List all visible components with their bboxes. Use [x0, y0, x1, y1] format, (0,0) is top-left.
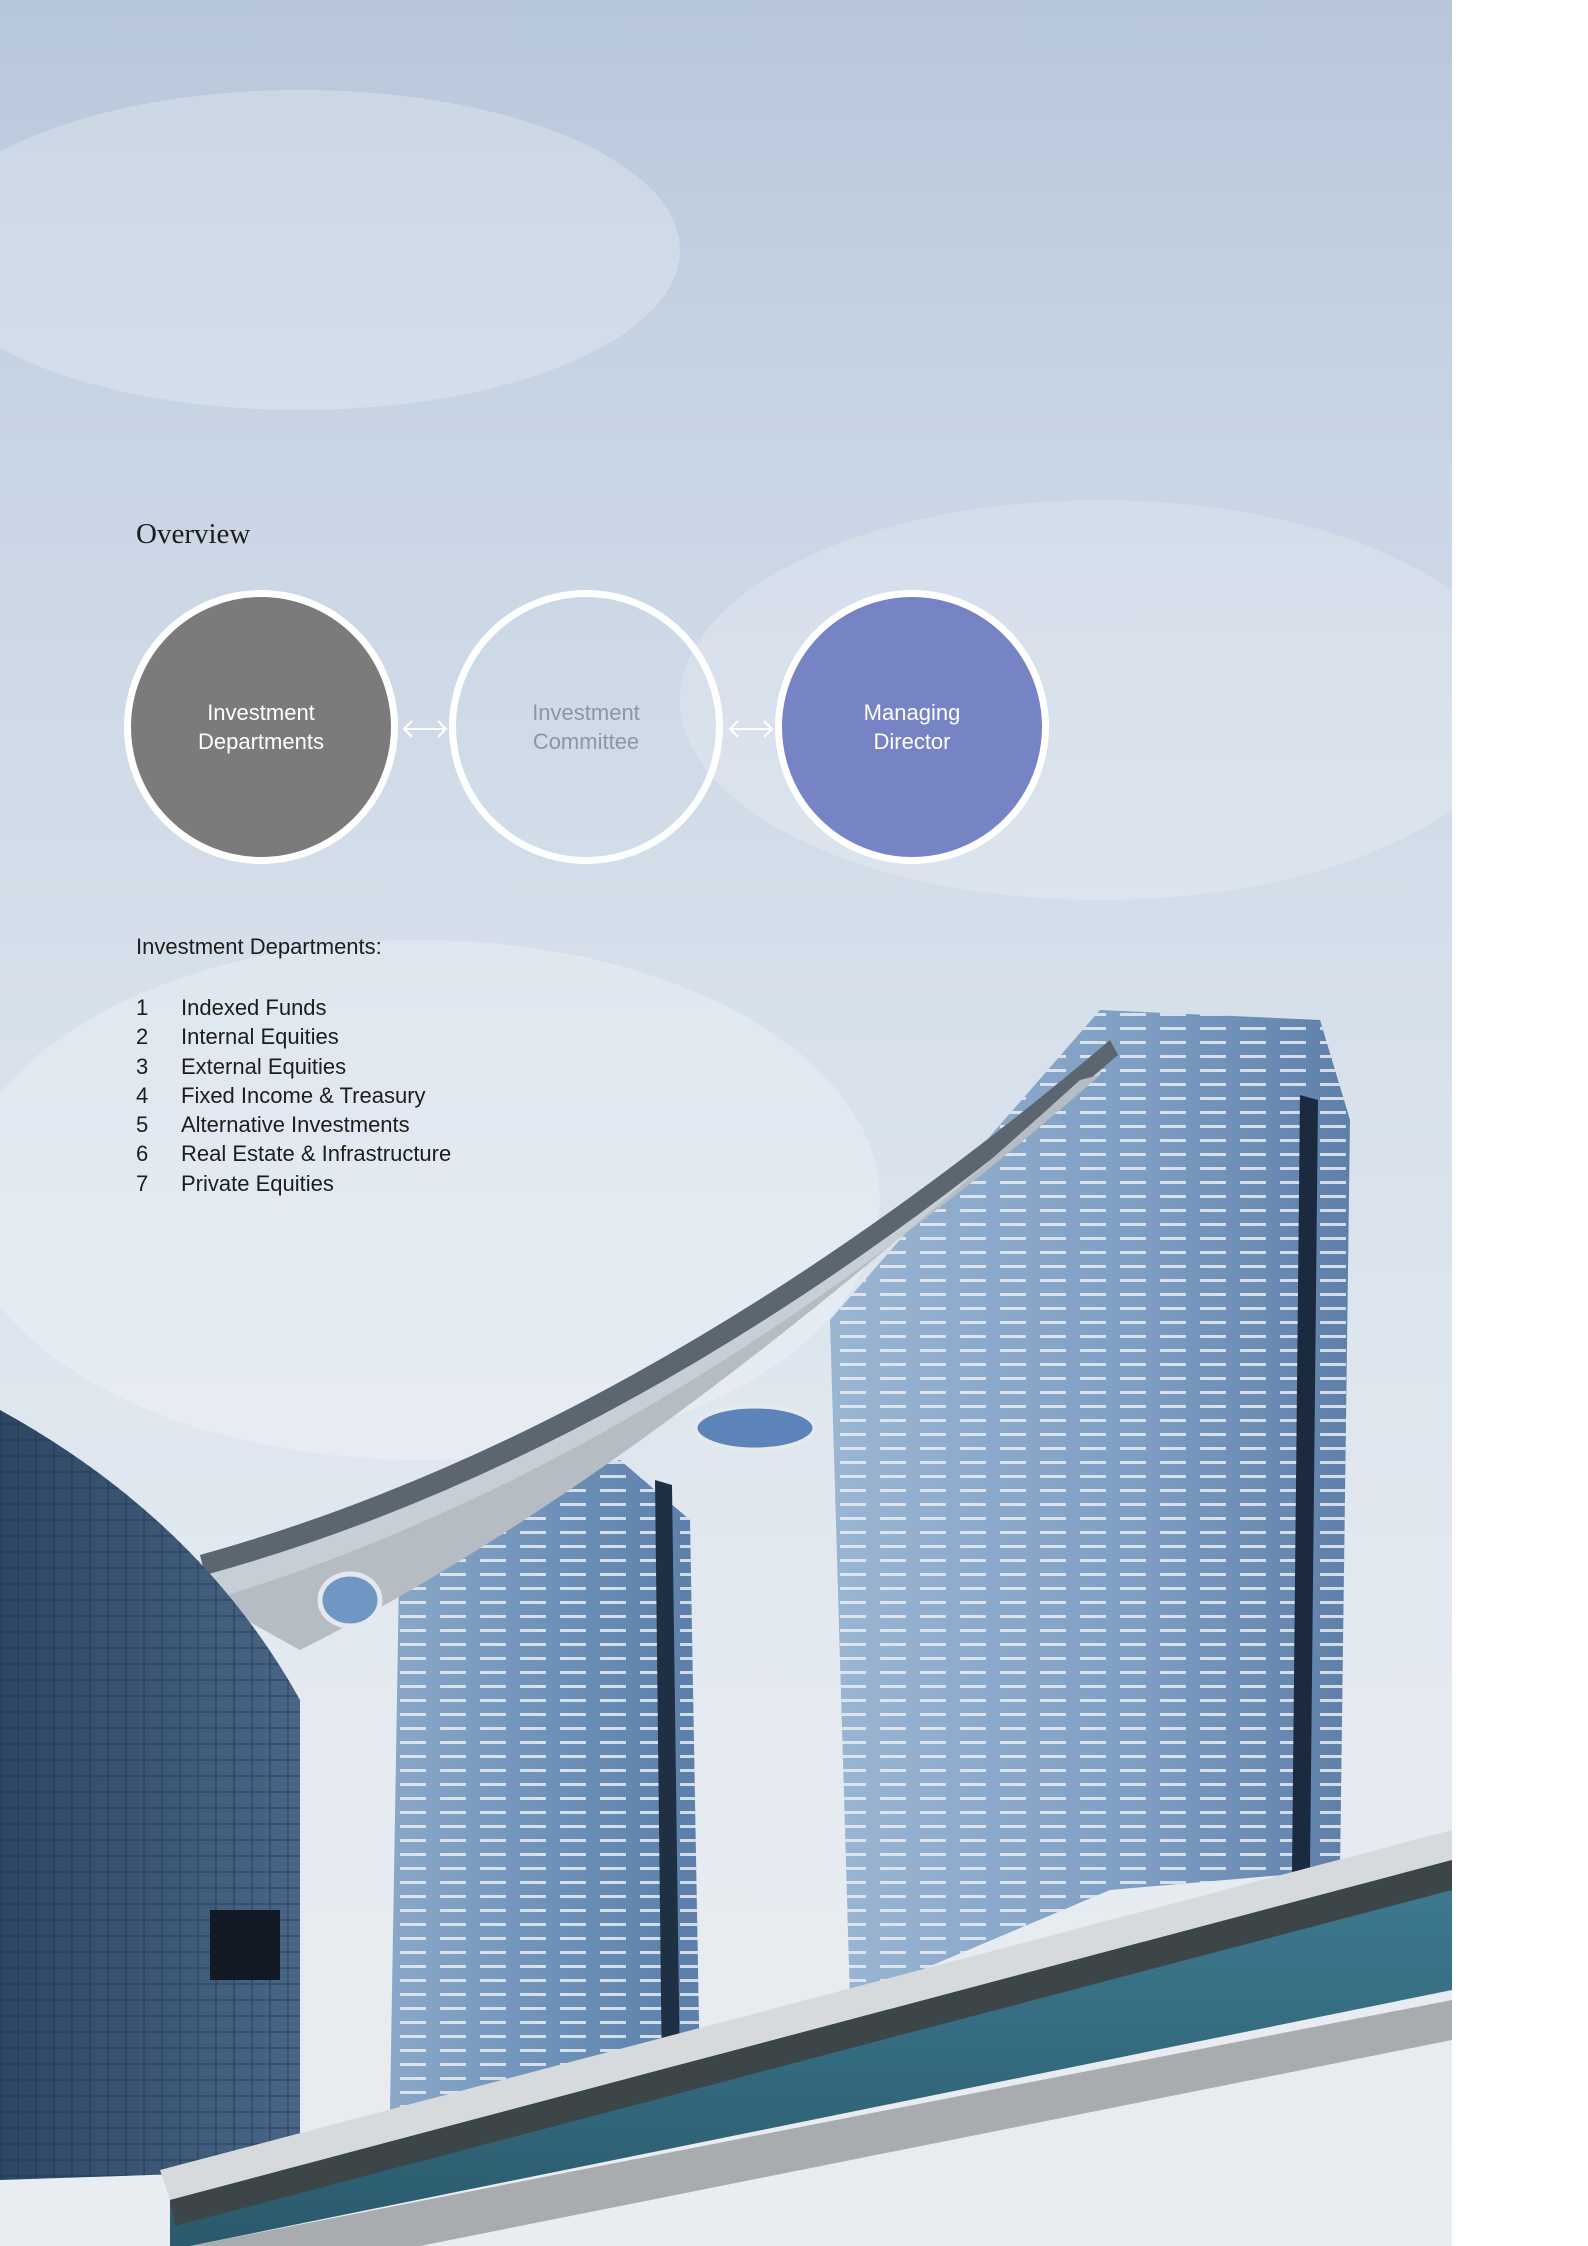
departments-heading: Investment Departments: [136, 934, 382, 959]
item-number: 6 [136, 1141, 149, 1167]
item-label: Alternative Investments [181, 1112, 410, 1138]
double-headed-arrow-icon [726, 717, 776, 746]
item-label: Indexed Funds [181, 995, 327, 1020]
list-item: 1 Indexed Funds [136, 993, 451, 1022]
departments-list: 1 Indexed Funds 2 Internal Equities 3 Exter… [136, 993, 451, 1198]
item-label: External Equities [181, 1053, 347, 1079]
node-investment-committee: Investment Committee [449, 590, 723, 864]
item-number: 3 [136, 1053, 149, 1079]
list-item: 4 Fixed Income & Treasury [136, 1081, 451, 1110]
item-number: 4 [136, 1082, 149, 1108]
node-investment-departments: Investment Departments [124, 590, 398, 864]
item-label: Private Equities [181, 1170, 334, 1196]
node-label: Investment Committee [532, 700, 640, 754]
section-title: Overview [136, 518, 251, 550]
item-number: 2 [136, 1024, 149, 1050]
item-label: Real Estate & Infrastructure [181, 1141, 452, 1167]
page-margin [1452, 0, 1588, 2246]
list-item: 6 Real Estate & Infrastructure [136, 1139, 451, 1168]
item-label: Fixed Income & Treasury [181, 1082, 426, 1108]
list-item: 5 Alternative Investments [136, 1110, 451, 1139]
item-number: 5 [136, 1112, 149, 1138]
node-label: Managing Director [863, 700, 961, 754]
double-headed-arrow-icon [400, 717, 450, 746]
item-number: 7 [136, 1170, 149, 1196]
item-number: 1 [136, 995, 149, 1020]
list-item: 3 External Equities [136, 1052, 451, 1081]
node-label: Investment Departments [198, 700, 324, 754]
item-label: Internal Equities [181, 1024, 339, 1050]
list-item: 7 Private Equities [136, 1169, 451, 1198]
node-managing-director: Managing Director [775, 590, 1049, 864]
list-item: 2 Internal Equities [136, 1022, 451, 1051]
